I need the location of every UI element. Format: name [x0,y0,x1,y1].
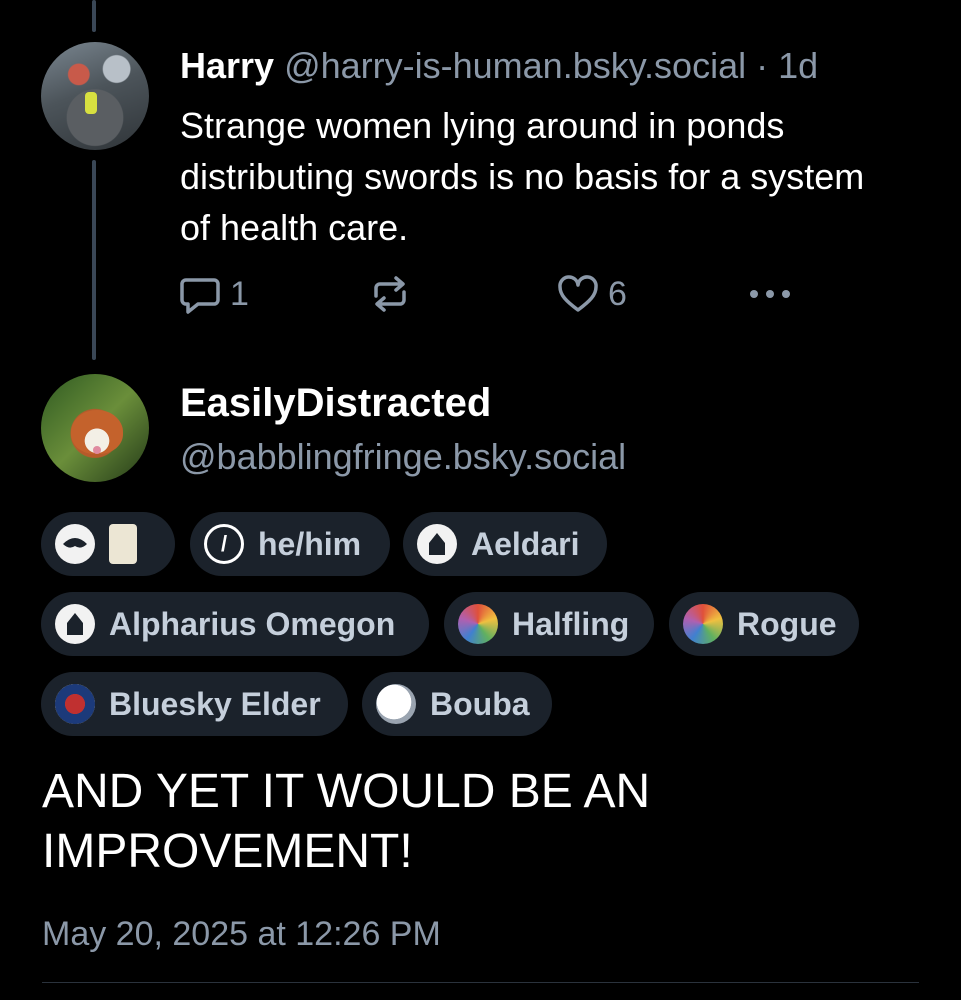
avatar[interactable] [41,42,149,150]
playing-card-icon [109,524,137,564]
repost-icon [374,276,406,312]
rogue-icon [683,604,723,644]
avatar[interactable] [41,374,149,482]
mask-icon [55,524,95,564]
bluesky-elder-icon [55,684,95,724]
like-count: 6 [608,274,627,313]
author-handle[interactable]: @harry-is-human.bsky.social [284,45,746,86]
heart-icon [558,275,598,312]
label-pill-pronouns[interactable]: / he/him [190,512,390,576]
label-pill-mask[interactable] [41,512,175,576]
label-text: Aeldari [471,525,580,562]
post-text: AND YET IT WOULD BE AN IMPROVEMENT! [42,765,651,878]
author-handle[interactable]: @babblingfringe.bsky.social [180,432,626,482]
halfling-icon [458,604,498,644]
author-name[interactable]: Harry [180,45,274,86]
more-options-icon [750,290,790,298]
aeldari-icon [417,524,457,564]
more-options-button[interactable] [746,270,794,318]
slash-icon: / [204,524,244,564]
bouba-icon [376,684,416,724]
label-text: Bouba [430,685,530,722]
label-pill-bluesky-elder[interactable]: Bluesky Elder [41,672,348,736]
avatar-figure [85,92,97,114]
post-text: Strange women lying around in ponds dist… [180,105,865,248]
red-panda-tongue [93,446,101,454]
alpharius-icon [55,604,95,644]
label-pill-halfling[interactable]: Halfling [444,592,654,656]
label-pill-rogue[interactable]: Rogue [669,592,859,656]
label-pill-aeldari[interactable]: Aeldari [403,512,607,576]
divider [42,982,919,983]
reply-button[interactable]: 1 [178,270,249,318]
post-header: Harry @harry-is-human.bsky.social · 1d [180,44,818,88]
like-button[interactable]: 6 [556,270,627,318]
reply-count: 1 [230,274,249,313]
label-pill-alpharius[interactable]: Alpharius Omegon [41,592,429,656]
post-age: 1d [778,45,819,86]
post-actions: 1 6 [178,270,818,318]
label-text: Alpharius Omegon [109,605,396,642]
label-text: Bluesky Elder [109,685,321,722]
separator: · [756,45,769,86]
author-name[interactable]: EasilyDistracted [180,378,491,428]
repost-button[interactable] [368,270,412,318]
thread-line [92,160,96,360]
label-text: Rogue [737,605,837,642]
label-text: Halfling [512,605,630,642]
thread-line [92,0,96,32]
label-pill-bouba[interactable]: Bouba [362,672,552,736]
post-timestamp: May 20, 2025 at 12:26 PM [42,915,441,953]
label-text: he/him [258,525,362,562]
reply-icon [180,278,220,314]
